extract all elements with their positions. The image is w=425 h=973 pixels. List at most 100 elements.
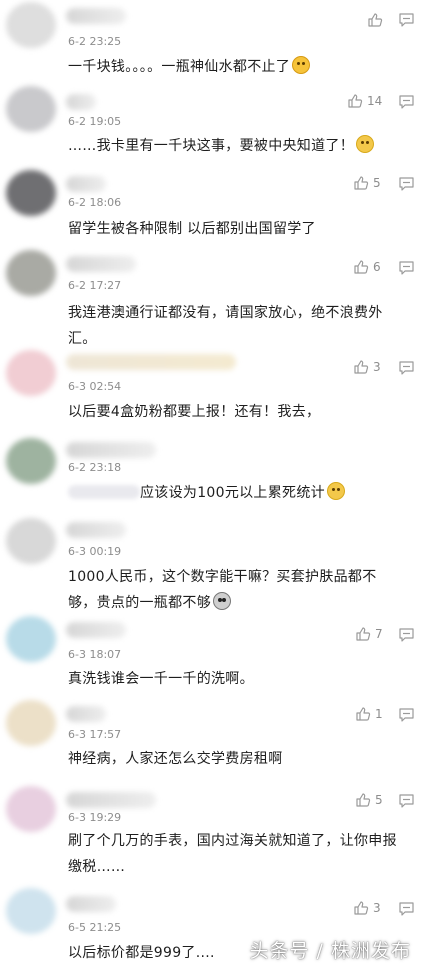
comment-text: 真洗钱谁会一千一千的洗啊。: [68, 671, 254, 687]
username-blurred[interactable]: [66, 176, 106, 192]
comment-text: 1000人民币，这个数字能干嘛？买套护肤品都不够，贵点的一瓶都不够: [68, 569, 377, 611]
like-button[interactable]: 5: [353, 175, 381, 191]
comment-text: 应该设为100元以上累死统计: [68, 480, 403, 506]
reply-button[interactable]: [398, 94, 415, 110]
thumbs-up-icon: [348, 94, 363, 108]
comment-item: 6-3 18:07 真洗钱谁会一千一千的洗啊。 7: [0, 614, 425, 698]
thumbs-up-icon: [356, 707, 371, 721]
comment-icon: [399, 794, 414, 808]
comment-icon: [399, 95, 414, 109]
thumbs-up-icon: [354, 176, 369, 190]
comment-icon: [399, 902, 414, 916]
avatar[interactable]: [6, 888, 56, 934]
emoji-icon: [356, 135, 374, 153]
watermark-text: 头条号 / 株洲发布: [249, 940, 411, 962]
comment-text: 神经病，人家还怎么交学费房租啊: [68, 751, 283, 767]
avatar[interactable]: [6, 518, 56, 564]
comment-time: 6-2 23:18: [68, 461, 122, 474]
username-blurred[interactable]: [66, 706, 106, 722]
like-count: 7: [375, 627, 383, 641]
comment-text: 刷了个几万的手表，国内过海关就知道了，让你申报缴税……: [68, 833, 397, 875]
comment-item: 6-3 19:29 刷了个几万的手表，国内过海关就知道了，让你申报缴税…… 5: [0, 782, 425, 886]
comment-time: 6-2 19:05: [68, 115, 122, 128]
like-button[interactable]: 7: [355, 626, 383, 642]
like-button[interactable]: 1: [355, 706, 383, 722]
like-button[interactable]: 5: [355, 792, 383, 808]
comment-item: 6-2 23:25 一千块钱。。。。一瓶神仙水都不止了: [0, 0, 425, 88]
comment-time: 6-2 17:27: [68, 279, 122, 292]
like-button[interactable]: 14: [347, 93, 382, 109]
like-count: 3: [373, 901, 381, 915]
username-blurred[interactable]: [66, 8, 126, 24]
comment-item: 6-2 23:18 应该设为100元以上累死统计: [0, 436, 425, 514]
comment-text: 以后要4盒奶粉都要上报！还有！我去，: [68, 404, 321, 420]
username-blurred[interactable]: [66, 94, 96, 110]
emoji-icon: [292, 56, 311, 74]
reply-button[interactable]: [398, 12, 415, 28]
emoji-icon: [213, 592, 231, 610]
avatar[interactable]: [6, 438, 56, 484]
like-count: 1: [375, 707, 383, 721]
username-blurred[interactable]: [66, 622, 126, 638]
like-count: 3: [373, 360, 381, 374]
avatar[interactable]: [6, 616, 56, 662]
avatar[interactable]: [6, 170, 56, 216]
thumbs-up-icon: [368, 13, 383, 27]
comment-time: 6-3 02:54: [68, 380, 122, 393]
reply-button[interactable]: [398, 627, 415, 643]
reply-button[interactable]: [398, 176, 415, 192]
comment-time: 6-3 17:57: [68, 728, 122, 741]
comment-icon: [399, 177, 414, 191]
reply-button[interactable]: [398, 793, 415, 809]
comment-item: 6-2 17:27 我连港澳通行证都没有，请国家放心，绝不浪费外汇。 6: [0, 248, 425, 347]
avatar[interactable]: [6, 786, 56, 832]
like-count: 5: [373, 176, 381, 190]
username-blurred[interactable]: [66, 792, 156, 808]
comment-time: 6-3 18:07: [68, 648, 122, 661]
comment-icon: [399, 13, 414, 27]
username-blurred[interactable]: [66, 522, 126, 538]
masked-mention: [68, 485, 140, 499]
avatar[interactable]: [6, 2, 56, 48]
like-button[interactable]: 3: [353, 900, 381, 916]
like-button[interactable]: [367, 12, 387, 28]
comment-item: 6-3 00:19 1000人民币，这个数字能干嘛？买套护肤品都不够，贵点的一瓶…: [0, 514, 425, 614]
avatar[interactable]: [6, 350, 56, 396]
reply-button[interactable]: [398, 360, 415, 376]
comment-icon: [399, 708, 414, 722]
comment-time: 6-2 23:25: [68, 35, 122, 48]
like-count: 6: [373, 260, 381, 274]
comment-item: 6-3 02:54 以后要4盒奶粉都要上报！还有！我去， 3: [0, 346, 425, 436]
comment-time: 6-2 18:06: [68, 196, 122, 209]
thumbs-up-icon: [354, 260, 369, 274]
comment-time: 6-3 00:19: [68, 545, 122, 558]
comment-text: 我连港澳通行证都没有，请国家放心，绝不浪费外汇。: [68, 305, 383, 347]
thumbs-up-icon: [354, 901, 369, 915]
username-blurred[interactable]: [66, 354, 236, 370]
comment-icon: [399, 261, 414, 275]
comment-time: 6-5 21:25: [68, 921, 122, 934]
comment-text: 留学生被各种限制 以后都别出国留学了: [68, 221, 316, 237]
username-blurred[interactable]: [66, 256, 136, 272]
username-blurred[interactable]: [66, 442, 156, 458]
comment-icon: [399, 361, 414, 375]
comment-item: 6-3 17:57 神经病，人家还怎么交学费房租啊 1: [0, 698, 425, 782]
comment-icon: [399, 628, 414, 642]
avatar[interactable]: [6, 700, 56, 746]
reply-button[interactable]: [398, 707, 415, 723]
comment-item: 6-2 18:06 留学生被各种限制 以后都别出国留学了 5: [0, 166, 425, 246]
comment-item: 6-2 19:05 ……我卡里有一千块这事，要被中央知道了！ 14: [0, 86, 425, 166]
reply-button[interactable]: [398, 260, 415, 276]
avatar[interactable]: [6, 86, 56, 132]
reply-button[interactable]: [398, 901, 415, 917]
comment-text: 一千块钱。。。。一瓶神仙水都不止了: [68, 54, 403, 80]
avatar[interactable]: [6, 250, 56, 296]
thumbs-up-icon: [356, 627, 371, 641]
comment-time: 6-3 19:29: [68, 811, 122, 824]
like-button[interactable]: 3: [353, 359, 381, 375]
like-button[interactable]: 6: [353, 259, 381, 275]
thumbs-up-icon: [354, 360, 369, 374]
username-blurred[interactable]: [66, 896, 116, 912]
thumbs-up-icon: [356, 793, 371, 807]
like-count: 14: [367, 94, 383, 108]
